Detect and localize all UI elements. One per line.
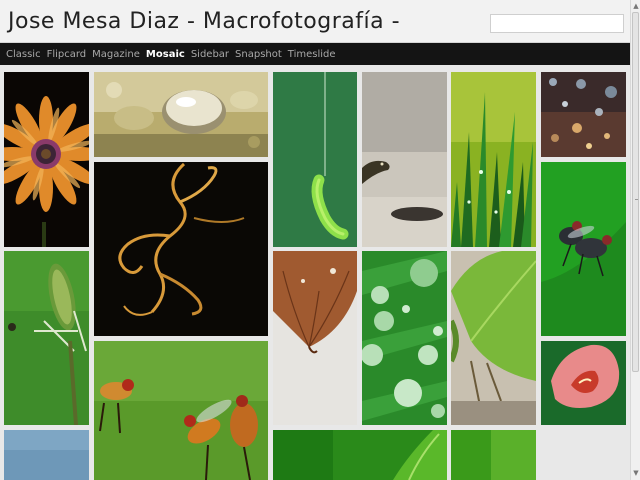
- photo-tile-caterpillar[interactable]: [273, 72, 357, 247]
- mosaic-gallery: [0, 65, 630, 480]
- photo-tile-flies[interactable]: [541, 162, 626, 336]
- raindrops-photo-icon: [362, 251, 447, 425]
- sky-photo-icon: [4, 430, 89, 480]
- photo-tile-dry-leaf[interactable]: [273, 251, 357, 425]
- caterpillar-photo-icon: [273, 72, 357, 247]
- flower-photo-icon: [4, 72, 89, 247]
- photo-tile-sky[interactable]: [4, 430, 89, 480]
- hoverflies-photo-icon: [94, 341, 268, 480]
- leaf-insect-photo-icon: [451, 251, 536, 425]
- leaf-blade-photo-icon: [273, 430, 447, 480]
- nav-item-mosaic[interactable]: Mosaic: [146, 49, 185, 60]
- scroll-down-icon[interactable]: ▼: [632, 468, 640, 478]
- photo-tile-green-bokeh[interactable]: [451, 430, 536, 480]
- photo-tile-raindrops[interactable]: [362, 251, 447, 425]
- scroll-grip-icon: [635, 199, 638, 200]
- nav-item-flipcard[interactable]: Flipcard: [47, 49, 87, 60]
- water-drop-photo-icon: [94, 72, 268, 157]
- scroll-thumb[interactable]: [632, 12, 639, 372]
- nav-item-snapshot[interactable]: Snapshot: [235, 49, 282, 60]
- bokeh-photo-icon: [541, 72, 626, 157]
- photo-tile-water-drops[interactable]: [94, 72, 268, 157]
- photo-tile-lizard[interactable]: [362, 72, 447, 247]
- photo-tile-tendril[interactable]: [94, 162, 268, 336]
- dry-leaf-photo-icon: [273, 251, 357, 425]
- page-scrollbar[interactable]: ▲ ▼: [630, 0, 640, 480]
- rose-photo-icon: [541, 341, 626, 425]
- grass-photo-icon: [451, 72, 536, 247]
- green-bokeh-photo-icon: [451, 430, 536, 480]
- tendril-photo-icon: [94, 162, 268, 336]
- photo-tile-flower[interactable]: [4, 72, 89, 247]
- scroll-up-icon[interactable]: ▲: [632, 1, 640, 11]
- photo-tile-bokeh[interactable]: [541, 72, 626, 157]
- nav-item-magazine[interactable]: Magazine: [92, 49, 140, 60]
- nav-item-classic[interactable]: Classic: [6, 49, 41, 60]
- nav-item-timeslide[interactable]: Timeslide: [288, 49, 336, 60]
- photo-tile-rose[interactable]: [541, 341, 626, 425]
- view-nav-bar: Classic Flipcard Magazine Mosaic Sidebar…: [0, 43, 630, 65]
- search-input[interactable]: [490, 14, 624, 33]
- photo-tile-leaf-blade[interactable]: [273, 430, 447, 480]
- view-nav-list: Classic Flipcard Magazine Mosaic Sidebar…: [0, 43, 630, 65]
- photo-tile-leaf-insect[interactable]: [451, 251, 536, 425]
- plant-bud-photo-icon: [4, 251, 89, 425]
- site-header: Jose Mesa Diaz - Macrofotografía -: [0, 0, 630, 43]
- photo-tile-hoverflies[interactable]: [94, 341, 268, 480]
- nav-item-sidebar[interactable]: Sidebar: [191, 49, 229, 60]
- photo-tile-grass[interactable]: [451, 72, 536, 247]
- flies-photo-icon: [541, 162, 626, 336]
- lizard-photo-icon: [362, 72, 447, 247]
- site-title: Jose Mesa Diaz - Macrofotografía -: [8, 9, 401, 34]
- photo-tile-plant-bud[interactable]: [4, 251, 89, 425]
